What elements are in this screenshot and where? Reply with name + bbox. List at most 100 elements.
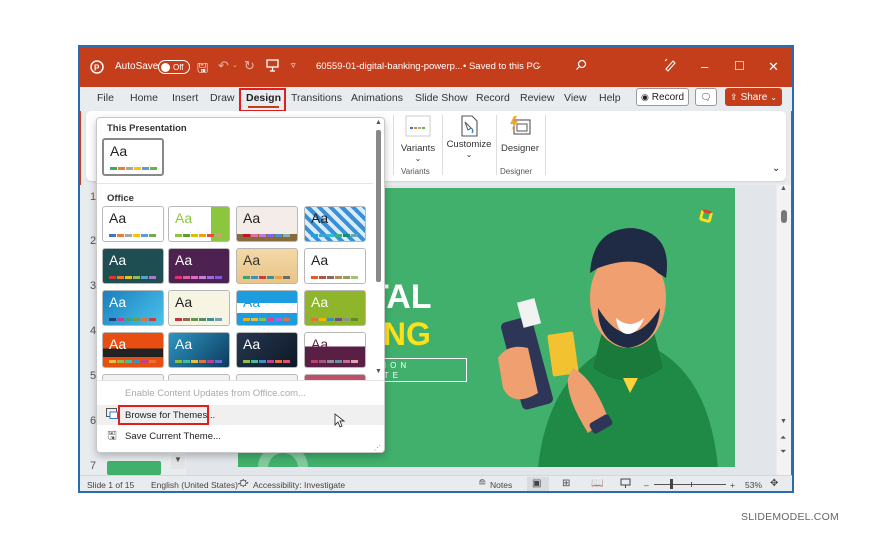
scroll-up-icon[interactable]: ▲ (780, 185, 787, 192)
office-theme-thumbnail[interactable]: Aa (168, 248, 230, 284)
reading-view-icon[interactable]: 📖 (591, 478, 603, 489)
tab-review[interactable]: Review (520, 92, 554, 104)
zoom-out-icon[interactable]: – (644, 480, 649, 490)
theme-glyph: Aa (243, 336, 261, 352)
zoom-in-icon[interactable]: + (730, 480, 735, 490)
undo-dropdown-icon[interactable]: ⌄ (232, 61, 238, 69)
theme-glyph: Aa (175, 336, 193, 352)
watermark: SLIDEMODEL.COM (741, 511, 839, 523)
toggle-knob (161, 62, 170, 72)
office-theme-thumbnail[interactable]: Aa (236, 248, 298, 284)
man-with-card-illustration (498, 228, 718, 467)
scroll-thumb[interactable] (781, 210, 787, 223)
save-status-chevron-icon[interactable]: ⌄ (535, 60, 543, 71)
previous-slide-icon[interactable]: ⏶ (780, 433, 786, 443)
share-button[interactable]: ⇪ Share ⌄ (725, 88, 782, 106)
zoom-slider-thumb[interactable] (670, 479, 673, 489)
pen-icon[interactable] (663, 58, 677, 72)
tab-insert[interactable]: Insert (172, 92, 198, 104)
office-heading: Office (107, 193, 134, 204)
record-dot-icon: ◉ (640, 91, 649, 102)
variants-button[interactable]: Variants ⌄ (397, 113, 439, 163)
customize-icon (444, 113, 494, 139)
normal-view-button[interactable]: ▣ (527, 477, 549, 491)
customize-qat-icon[interactable]: ▿ (291, 60, 296, 71)
office-theme-thumbnail[interactable]: Aa (102, 206, 164, 242)
accessibility-status[interactable]: Accessibility: Investigate (253, 480, 345, 490)
resize-grip-icon[interactable]: ⋰ (374, 444, 381, 452)
comments-button[interactable]: 🗨 (695, 88, 717, 106)
designer-button[interactable]: Designer (498, 113, 542, 154)
gallery-scroll-thumb[interactable] (376, 130, 381, 282)
ribbon-separator (393, 115, 394, 175)
record-button[interactable]: ◉ Record (636, 88, 689, 106)
tab-file[interactable]: File (97, 92, 114, 104)
notes-icon[interactable]: ≘ (478, 478, 486, 489)
tab-home[interactable]: Home (130, 92, 158, 104)
file-name[interactable]: 60559-01-digital-banking-powerp... (316, 61, 463, 72)
slide-sorter-icon[interactable]: ⊞ (562, 478, 570, 489)
minimize-icon[interactable]: – (701, 59, 708, 74)
customize-button[interactable]: Customize ⌄ (444, 113, 494, 159)
tab-transitions[interactable]: Transitions (291, 92, 342, 104)
fit-to-window-icon[interactable]: ✥ (770, 478, 778, 489)
theme-glyph: Aa (243, 252, 261, 268)
tab-draw[interactable]: Draw (210, 92, 235, 104)
office-theme-thumbnail[interactable]: Aa (304, 332, 366, 368)
thumbnails-scroll-down-icon[interactable]: ▼ (171, 455, 185, 469)
theme-current-presentation[interactable]: Aa (102, 138, 164, 176)
theme-glyph: Aa (243, 294, 261, 310)
office-theme-thumbnail[interactable]: Aa (304, 206, 366, 242)
theme-swatches (175, 276, 222, 279)
office-theme-thumbnail[interactable]: Aa (236, 290, 298, 326)
collapse-ribbon-chevron-icon[interactable]: ⌄ (772, 163, 780, 174)
slide-show-view-icon[interactable] (620, 478, 631, 491)
mouse-cursor-icon (334, 413, 346, 431)
undo-icon[interactable]: ↶ (218, 58, 229, 74)
present-from-beginning-icon[interactable] (266, 59, 279, 72)
office-theme-thumbnail[interactable]: Aa (168, 332, 230, 368)
scroll-down-icon[interactable]: ▼ (780, 418, 787, 425)
theme-swatches (109, 234, 156, 237)
share-label: Share (740, 91, 768, 103)
autosave-toggle[interactable]: Off (158, 60, 190, 74)
slide-7-thumbnail[interactable] (107, 461, 161, 475)
office-theme-thumbnail[interactable]: Aa (102, 290, 164, 326)
office-theme-thumbnail[interactable]: Aa (102, 248, 164, 284)
save-icon[interactable]: 🖫 (197, 59, 208, 81)
tab-record[interactable]: Record (476, 92, 510, 104)
enable-content-updates-item: Enable Content Updates from Office.com..… (97, 383, 384, 403)
zoom-level[interactable]: 53% (745, 480, 762, 490)
zoom-slider[interactable] (654, 484, 726, 485)
gallery-scroll-up-icon[interactable]: ▲ (375, 119, 382, 126)
designer-group-label: Designer (500, 167, 533, 176)
office-theme-thumbnail[interactable]: Aa (168, 290, 230, 326)
notes-button[interactable]: Notes (490, 480, 512, 490)
search-icon[interactable] (575, 59, 587, 71)
tab-animations[interactable]: Animations (351, 92, 403, 104)
editor-vertical-scrollbar[interactable]: ▲ ▼ ⏶ ⏷ (777, 185, 791, 475)
save-status[interactable]: • Saved to this PC (463, 61, 540, 72)
office-theme-thumbnail[interactable]: Aa (236, 332, 298, 368)
theme-swatches (175, 234, 222, 237)
office-theme-thumbnail[interactable]: Aa (304, 248, 366, 284)
accessibility-icon[interactable]: ⛮ (238, 478, 249, 489)
language-status[interactable]: English (United States) (151, 480, 238, 490)
tab-help[interactable]: Help (599, 92, 621, 104)
office-theme-thumbnail[interactable]: Aa (102, 332, 164, 368)
tab-slide-show[interactable]: Slide Show (415, 92, 468, 104)
close-icon[interactable]: ✕ (768, 59, 779, 75)
tab-view[interactable]: View (564, 92, 587, 104)
theme-swatches (175, 318, 222, 321)
office-theme-thumbnail[interactable]: Aa (236, 206, 298, 242)
gallery-scroll-down-icon[interactable]: ▼ (375, 368, 382, 375)
slide-count[interactable]: Slide 1 of 15 (87, 480, 134, 490)
slide-number[interactable]: 7 (90, 460, 96, 472)
theme-glyph: Aa (311, 210, 329, 226)
enable-content-updates-label: Enable Content Updates from Office.com..… (125, 387, 306, 399)
redo-icon[interactable]: ↻ (244, 58, 255, 74)
next-slide-icon[interactable]: ⏷ (780, 447, 786, 457)
office-theme-thumbnail[interactable]: Aa (168, 206, 230, 242)
maximize-icon[interactable]: ☐ (734, 59, 745, 73)
office-theme-thumbnail[interactable]: Aa (304, 290, 366, 326)
